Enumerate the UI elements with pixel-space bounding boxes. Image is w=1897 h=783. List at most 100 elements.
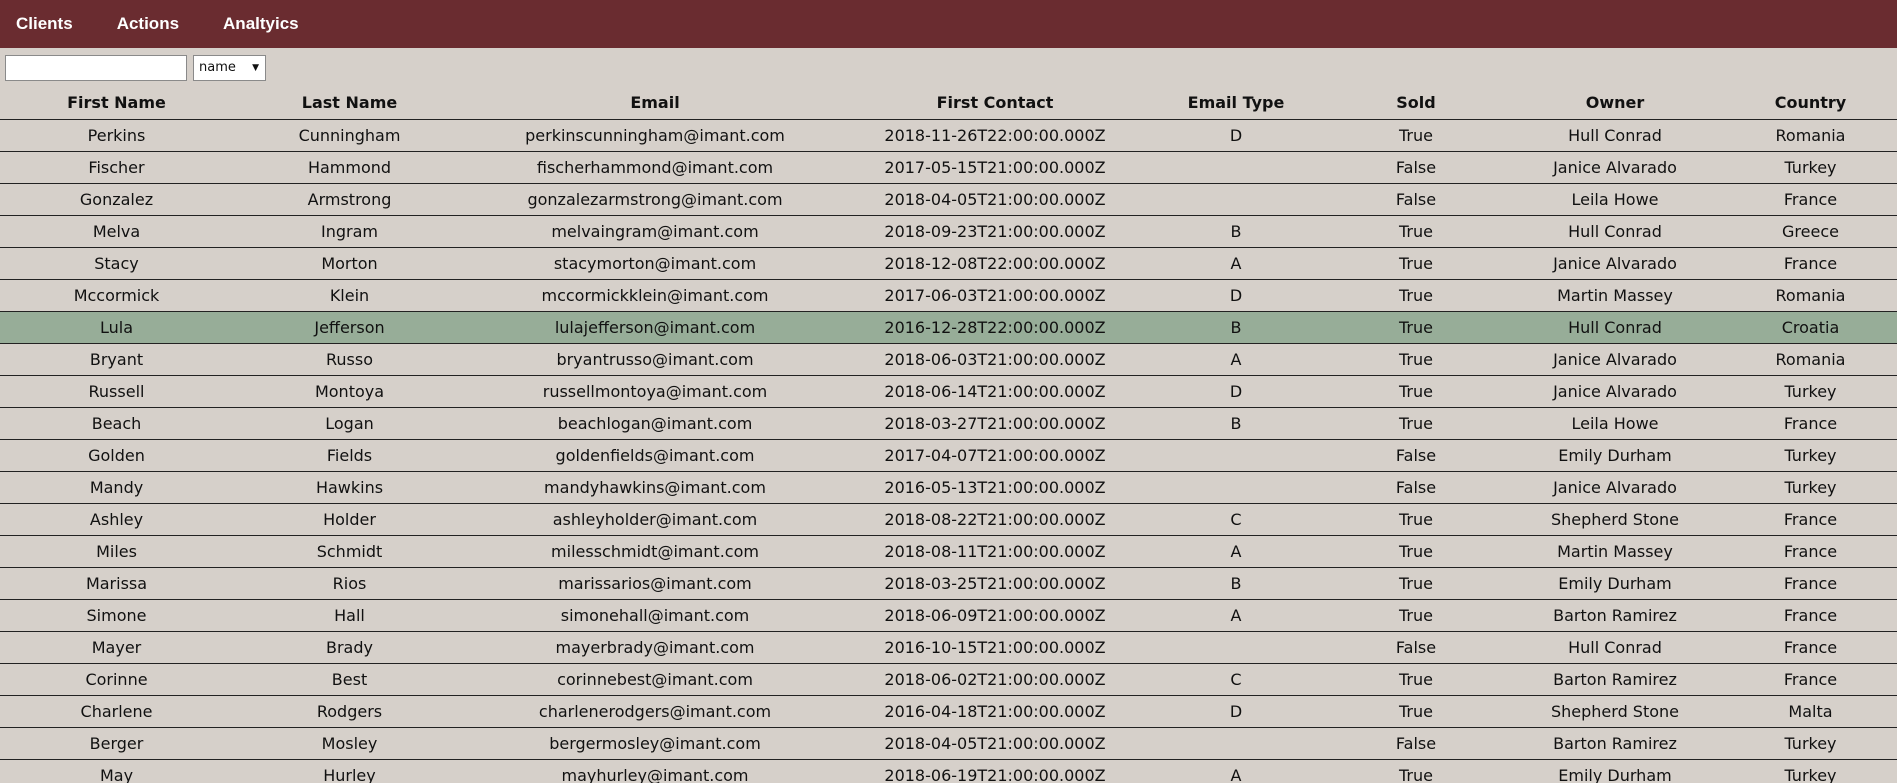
top-navbar: Clients Actions Analtyics [0,0,1897,48]
column-header-email-type[interactable]: Email Type [1146,87,1326,119]
cell-email: melvaingram@imant.com [551,221,759,241]
column-header-first-name[interactable]: First Name [0,87,233,119]
cell-email-type: D [1229,701,1243,721]
table-row[interactable]: Simone Hall simonehall@imant.com 2018-06-09… [0,599,1897,631]
nav-analytics[interactable]: Analtyics [223,14,299,34]
cell-email: gonzalezarmstrong@imant.com [527,189,783,209]
cell-email-type: B [1230,573,1242,593]
column-header-owner[interactable]: Owner [1506,87,1724,119]
cell-owner: Barton Ramirez [1553,605,1677,625]
cell-first-contact: 2016-04-18T21:00:00.000Z [884,701,1106,721]
table-row[interactable]: Mandy Hawkins mandyhawkins@imant.com 2016-0… [0,471,1897,503]
table-row[interactable]: Russell Montoya russellmontoya@imant.com 20… [0,375,1897,407]
cell-country: France [1783,605,1838,625]
table-row[interactable]: Golden Fields goldenfields@imant.com 2017-0… [0,439,1897,471]
cell-email-type [1146,631,1326,663]
column-header-first-contact[interactable]: First Contact [844,87,1146,119]
cell-first-name: Berger [89,733,144,753]
cell-country: France [1783,669,1838,689]
table-row[interactable]: Gonzalez Armstrong gonzalezarmstrong@imant… [0,183,1897,215]
cell-first-name: Mccormick [73,285,160,305]
cell-email-type: A [1230,253,1242,273]
cell-owner: Hull Conrad [1568,221,1662,241]
table-row[interactable]: Lula Jefferson lulajefferson@imant.com 2016… [0,311,1897,343]
cell-country: Malta [1788,701,1833,721]
cell-first-name: Gonzalez [79,189,154,209]
cell-sold: True [1399,541,1433,561]
cell-owner: Janice Alvarado [1553,253,1677,273]
cell-first-name: Fischer [88,157,145,177]
table-row[interactable]: Melva Ingram melvaingram@imant.com 2018-09-… [0,215,1897,247]
table-row[interactable]: Stacy Morton stacymorton@imant.com 2018-12-… [0,247,1897,279]
table-row[interactable]: Charlene Rodgers charlenerodgers@imant.com… [0,695,1897,727]
cell-first-contact: 2018-06-02T21:00:00.000Z [884,669,1106,689]
nav-actions[interactable]: Actions [117,14,179,34]
cell-country: France [1783,637,1838,657]
cell-first-name: Beach [91,413,142,433]
cell-email: milesschmidt@imant.com [551,541,759,561]
cell-owner: Martin Massey [1557,541,1673,561]
cell-email: lulajefferson@imant.com [554,317,756,337]
search-field-select[interactable]: name ▼ [193,54,266,81]
cell-first-contact: 2016-10-15T21:00:00.000Z [884,637,1106,657]
cell-sold: True [1399,381,1433,401]
cell-email-type [1146,151,1326,183]
cell-email-type [1146,439,1326,471]
cell-first-contact: 2018-03-27T21:00:00.000Z [884,413,1106,433]
cell-last-name: Schmidt [316,541,383,561]
cell-first-name: Mandy [89,477,144,497]
cell-first-contact: 2018-09-23T21:00:00.000Z [884,221,1106,241]
table-row[interactable]: May Hurley mayhurley@imant.com 2018-06-19T2… [0,759,1897,783]
cell-first-name: Simone [86,605,147,625]
table-row[interactable]: Marissa Rios marissarios@imant.com 2018-03-… [0,567,1897,599]
cell-sold: False [1395,157,1437,177]
cell-owner: Shepherd Stone [1550,509,1680,529]
table-row[interactable]: Corinne Best corinnebest@imant.com 2018-06-… [0,663,1897,695]
cell-first-name: May [99,765,134,783]
cell-email: mayhurley@imant.com [561,765,749,783]
cell-email: russellmontoya@imant.com [542,381,768,401]
cell-last-name: Morton [321,253,378,273]
cell-sold: True [1399,285,1433,305]
column-header-sold[interactable]: Sold [1326,87,1506,119]
table-row[interactable]: Perkins Cunningham perkinscunningham@imant… [0,119,1897,151]
cell-owner: Barton Ramirez [1553,669,1677,689]
cell-first-contact: 2018-04-05T21:00:00.000Z [884,733,1106,753]
cell-email-type: C [1230,669,1242,689]
cell-sold: True [1399,605,1433,625]
table-row[interactable]: Miles Schmidt milesschmidt@imant.com 2018-0… [0,535,1897,567]
cell-owner: Martin Massey [1557,285,1673,305]
cell-sold: True [1399,253,1433,273]
cell-email: simonehall@imant.com [560,605,750,625]
cell-email-type [1146,727,1326,759]
cell-country: France [1783,541,1838,561]
table-row[interactable]: Mayer Brady mayerbrady@imant.com 2016-10-15… [0,631,1897,663]
column-header-email[interactable]: Email [466,87,844,119]
cell-email-type [1146,183,1326,215]
cell-sold: True [1399,765,1433,783]
cell-email-type: B [1230,221,1242,241]
cell-first-contact: 2018-12-08T22:00:00.000Z [884,253,1106,273]
cell-email-type: A [1230,349,1242,369]
nav-clients[interactable]: Clients [16,14,73,34]
table-row[interactable]: Beach Logan beachlogan@imant.com 2018-03-27… [0,407,1897,439]
column-header-last-name[interactable]: Last Name [233,87,466,119]
table-row[interactable]: Berger Mosley bergermosley@imant.com 2018-0… [0,727,1897,759]
cell-sold: True [1399,413,1433,433]
cell-last-name: Logan [325,413,374,433]
cell-email: charlenerodgers@imant.com [538,701,772,721]
cell-country: France [1783,253,1838,273]
cell-first-contact: 2018-06-19T21:00:00.000Z [884,765,1106,783]
column-header-country[interactable]: Country [1724,87,1897,119]
table-row[interactable]: Ashley Holder ashleyholder@imant.com 2018-0… [0,503,1897,535]
cell-country: Turkey [1784,733,1837,753]
cell-sold: True [1399,701,1433,721]
cell-last-name: Montoya [314,381,385,401]
search-input[interactable] [5,54,187,81]
cell-first-contact: 2018-06-09T21:00:00.000Z [884,605,1106,625]
table-row[interactable]: Mccormick Klein mccormickklein@imant.com 20… [0,279,1897,311]
table-row[interactable]: Bryant Russo bryantrusso@imant.com 2018-06-… [0,343,1897,375]
table-row[interactable]: Fischer Hammond fischerhammond@imant.com 20… [0,151,1897,183]
cell-sold: False [1395,637,1437,657]
cell-sold: True [1399,221,1433,241]
